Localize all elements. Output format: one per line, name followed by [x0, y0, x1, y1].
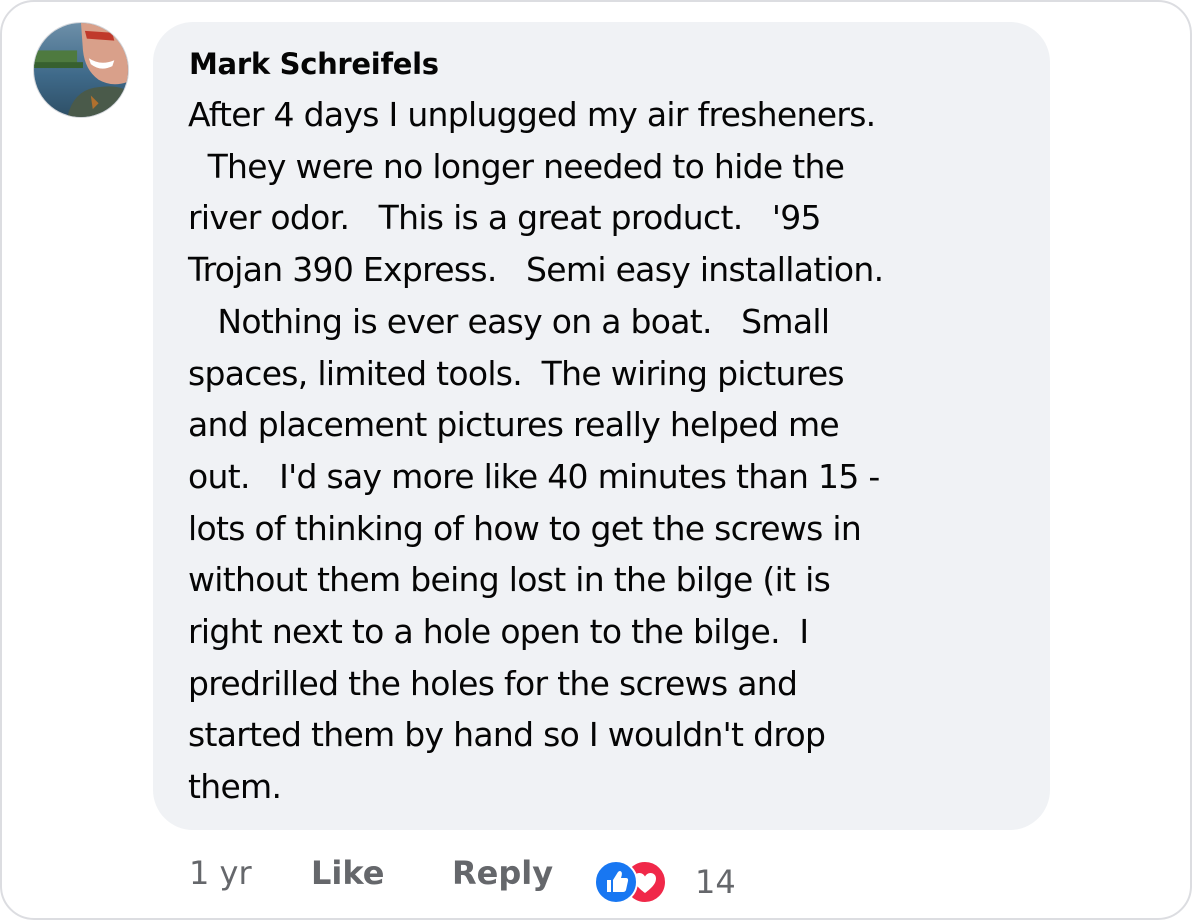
comment-text: After 4 days I unplugged my air freshene… — [188, 89, 1038, 813]
comment-bubble: Mark Schreifels After 4 days I unplugged… — [153, 22, 1050, 830]
comment-line: lots of thinking of how to get the screw… — [188, 508, 862, 548]
comment-actions: 1 yr Like Reply 14 — [2, 842, 1190, 906]
comment-line: right next to a hole open to the bilge. … — [188, 612, 809, 652]
reactions-summary[interactable]: 14 — [594, 860, 744, 904]
like-button[interactable]: Like — [311, 853, 384, 893]
author-name[interactable]: Mark Schreifels — [189, 44, 439, 84]
timestamp-link[interactable]: 1 yr — [189, 853, 252, 893]
comment-line: started them by hand so I wouldn't drop — [188, 715, 826, 755]
comment-card: Mark Schreifels After 4 days I unplugged… — [0, 0, 1192, 920]
avatar-photo — [34, 23, 128, 117]
comment-line: They were no longer needed to hide the — [188, 146, 845, 186]
like-icon — [594, 860, 638, 904]
comment-line: out. I'd say more like 40 minutes than 1… — [188, 456, 880, 496]
avatar[interactable] — [33, 22, 129, 118]
comment-line: without them being lost in the bilge (it… — [188, 560, 831, 600]
comment-line: predrilled the holes for the screws and — [188, 663, 798, 703]
comment-line: them. — [188, 767, 282, 807]
comment-line: After 4 days I unplugged my air freshene… — [188, 95, 876, 134]
comment-line: spaces, limited tools. The wiring pictur… — [188, 353, 845, 393]
comment-line: river odor. This is a great product. '95 — [188, 198, 822, 238]
reaction-count: 14 — [695, 863, 736, 901]
reply-button[interactable]: Reply — [452, 853, 553, 893]
comment-line: Trojan 390 Express. Semi easy installati… — [188, 250, 884, 290]
comment-line: and placement pictures really helped me — [188, 405, 840, 445]
comment-line: Nothing is ever easy on a boat. Small — [188, 301, 830, 341]
